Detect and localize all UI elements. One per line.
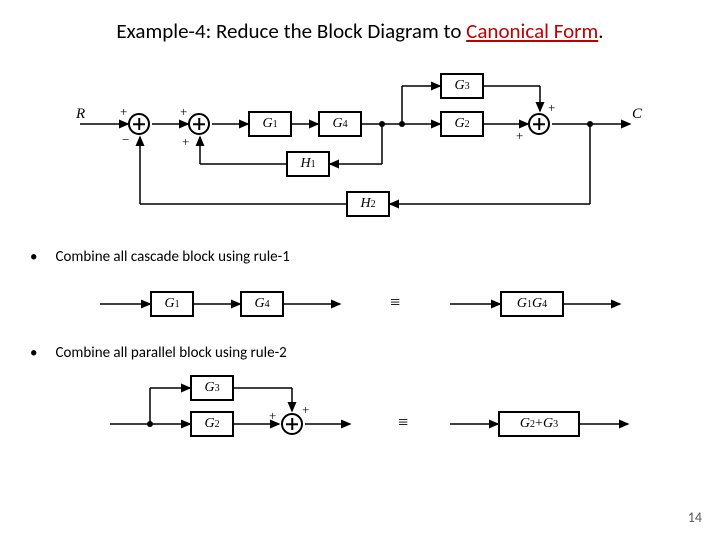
- equiv-symbol: ≡: [390, 292, 400, 313]
- sign-plus: +: [120, 104, 127, 120]
- equiv-symbol: ≡: [398, 412, 408, 433]
- output-label: C: [632, 106, 642, 123]
- sign-minus: −: [122, 132, 129, 148]
- sign-plus: +: [180, 104, 187, 120]
- block-g1g4: G1G4: [500, 291, 564, 317]
- title-suffix: .: [598, 18, 603, 44]
- sign-plus: +: [516, 128, 523, 144]
- summing-junction-3: [528, 113, 550, 135]
- page-number: 14: [688, 509, 702, 526]
- block-h2: H2: [346, 191, 390, 217]
- sign-plus: +: [302, 402, 309, 418]
- block-g1: G1: [150, 291, 194, 317]
- block-h1: H1: [286, 151, 330, 177]
- rule2-diagram: G3 G2 + + ≡ G2 + G3: [80, 370, 640, 448]
- bullet2-text: Combine all parallel block using rule-2: [55, 344, 286, 362]
- bullet-dot: •: [30, 344, 37, 362]
- bullet1-text: Combine all cascade block using rule-1: [55, 248, 289, 266]
- block-g3: G3: [440, 73, 484, 99]
- block-g2: G2: [440, 111, 484, 137]
- title-highlight: Canonical Form: [466, 18, 598, 44]
- input-label: R: [76, 106, 85, 123]
- branch-node: [399, 121, 405, 127]
- rule1-diagram: G1 G4 ≡ G1G4: [80, 274, 640, 334]
- main-block-diagram: R C + − + + G1 G4 G3 G2 + + H1 H2: [70, 64, 650, 234]
- summing-junction-1: [128, 113, 150, 135]
- sign-plus: +: [548, 100, 555, 116]
- block-g3: G3: [190, 375, 234, 401]
- summing-junction: [281, 413, 303, 435]
- branch-node: [147, 421, 153, 427]
- block-g4: G4: [318, 111, 362, 137]
- page-title: Example-4: Reduce the Block Diagram to C…: [0, 0, 720, 44]
- bullet-rule2: • Combine all parallel block using rule-2: [30, 344, 720, 362]
- bullet-dot: •: [30, 248, 37, 266]
- title-text: Example-4: Reduce the Block Diagram to: [116, 18, 466, 44]
- summing-junction-2: [188, 113, 210, 135]
- sign-plus: +: [269, 408, 276, 424]
- block-g2: G2: [190, 411, 234, 437]
- block-g2-plus-g3: G2 + G3: [498, 411, 580, 437]
- branch-node: [379, 121, 385, 127]
- branch-node: [587, 121, 593, 127]
- block-g4: G4: [240, 291, 284, 317]
- block-g1: G1: [248, 111, 292, 137]
- bullet-rule1: • Combine all cascade block using rule-1: [30, 248, 720, 266]
- sign-plus: +: [182, 134, 189, 150]
